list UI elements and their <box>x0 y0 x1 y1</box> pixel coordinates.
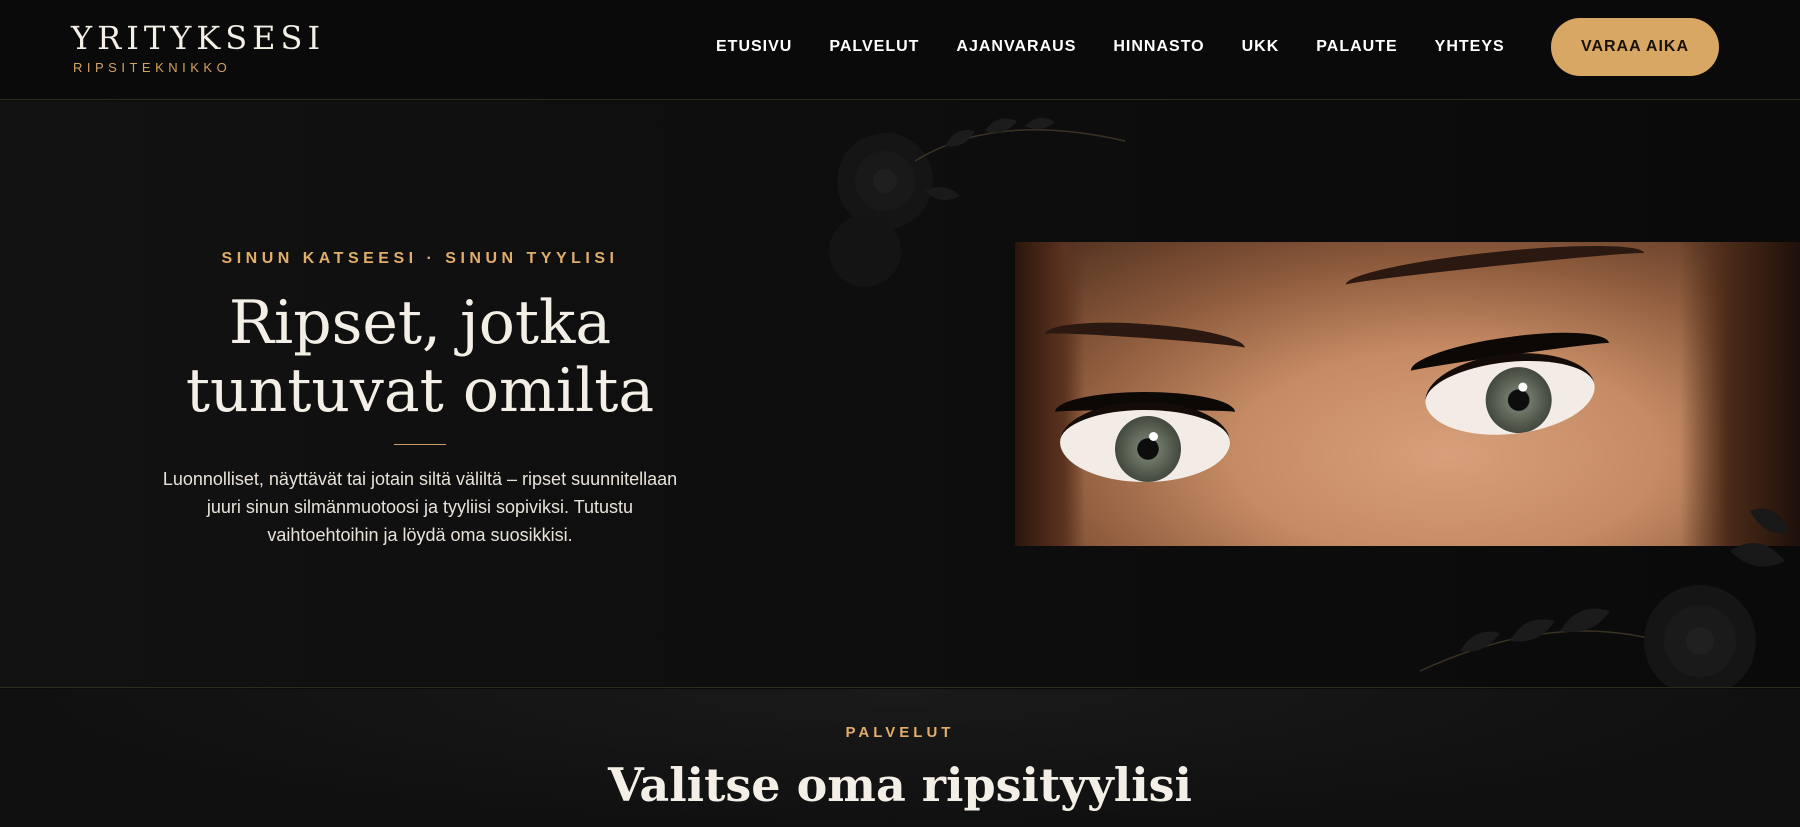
logo-subtitle: RIPSITEKNIKKO <box>73 60 232 75</box>
nav-item-palvelut[interactable]: PALVELUT <box>829 38 919 56</box>
nav-item-hinnasto[interactable]: HINNASTO <box>1113 38 1204 56</box>
hero-section: SINUN KATSEESI · SINUN TYYLISI Ripset, j… <box>0 101 1800 688</box>
nav-item-ajanvaraus[interactable]: AJANVARAUS <box>956 38 1076 56</box>
book-appointment-button[interactable]: VARAA AIKA <box>1551 18 1719 76</box>
logo[interactable]: YRITYKSESI RIPSITEKNIKKO <box>71 20 325 75</box>
right-eyebrow <box>1344 242 1646 302</box>
floral-decoration-bottom-icon <box>1419 508 1790 687</box>
services-section: PALVELUT Valitse oma ripsityylisi <box>0 689 1800 827</box>
services-eyebrow: PALVELUT <box>845 724 955 741</box>
left-eye <box>1060 402 1230 482</box>
hero-divider <box>394 444 446 445</box>
hero-eyebrow: SINUN KATSEESI · SINUN TYYLISI <box>221 250 619 267</box>
hero-title-line-2: tuntuvat omilta <box>185 356 655 426</box>
hero-title-line-1: Ripset, jotka <box>228 288 612 358</box>
hero-description: Luonnolliset, näyttävät tai jotain siltä… <box>162 469 678 545</box>
nav-item-yhteys[interactable]: YHTEYS <box>1435 38 1505 56</box>
logo-name: YRITYKSESI <box>71 19 326 57</box>
main-nav: ETUSIVU PALVELUT AJANVARAUS HINNASTO UKK… <box>716 38 1542 56</box>
services-title: Valitse oma ripsityylisi <box>607 758 1193 812</box>
nav-item-ukk[interactable]: UKK <box>1242 38 1280 56</box>
hero-title: Ripset, jotka tuntuvat omilta <box>140 289 700 425</box>
nav-item-etusivu[interactable]: ETUSIVU <box>716 38 792 56</box>
site-header: YRITYKSESI RIPSITEKNIKKO ETUSIVU PALVELU… <box>0 0 1800 100</box>
nav-item-palaute[interactable]: PALAUTE <box>1316 38 1397 56</box>
